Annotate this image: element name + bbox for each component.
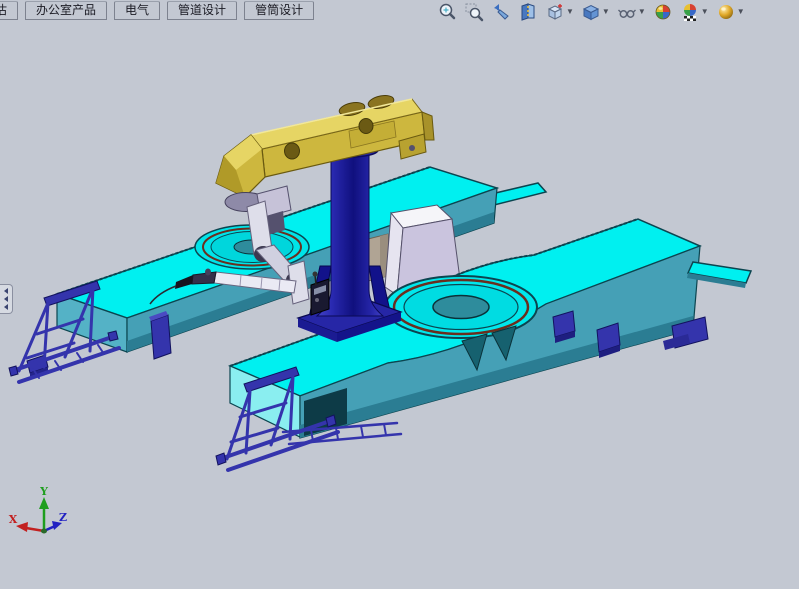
heads-up-view-toolbar: ▼ ▼ ▼: [436, 1, 746, 22]
section-view-icon: [518, 2, 538, 22]
section-view-button[interactable]: [517, 1, 539, 23]
previous-view-button[interactable]: [490, 1, 512, 23]
zoom-to-fit-icon: [437, 2, 457, 22]
axis-label-y: Y: [39, 485, 48, 498]
axis-label-z: Z: [59, 511, 67, 524]
view-orientation-button[interactable]: ▼: [544, 1, 575, 23]
3d-viewport[interactable]: Y X Z: [0, 0, 799, 589]
zoom-to-area-button[interactable]: [463, 1, 485, 23]
tab-tubing-design[interactable]: 管筒设计: [244, 1, 314, 20]
solidworks-window: Y X Z 估 办公室产品 电气 管道设计 管筒设计: [0, 0, 799, 589]
feature-panel-expander[interactable]: [0, 284, 13, 314]
apply-scene-caret[interactable]: ▼: [701, 8, 709, 16]
tab-evaluate-partial[interactable]: 估: [0, 1, 18, 20]
hide-show-items-icon: [617, 2, 637, 22]
collapse-arrow-icon: [4, 296, 8, 302]
view-settings-caret[interactable]: ▼: [737, 8, 745, 16]
view-orientation-caret[interactable]: ▼: [566, 8, 574, 16]
display-style-icon: [581, 2, 601, 22]
tab-office-products[interactable]: 办公室产品: [25, 1, 107, 20]
collapse-arrow-icon: [4, 304, 8, 310]
tab-piping-design[interactable]: 管道设计: [167, 1, 237, 20]
view-orientation-icon: [545, 2, 565, 22]
axis-label-x: X: [9, 513, 18, 526]
command-manager-tabs: 估 办公室产品 电气 管道设计 管筒设计: [0, 1, 314, 20]
display-style-caret[interactable]: ▼: [602, 8, 610, 16]
hide-show-items-button[interactable]: ▼: [616, 1, 647, 23]
previous-view-icon: [491, 2, 511, 22]
apply-scene-icon: [680, 2, 700, 22]
hide-show-items-caret[interactable]: ▼: [638, 8, 646, 16]
zoom-to-fit-button[interactable]: [436, 1, 458, 23]
edit-appearance-icon: [653, 2, 673, 22]
edit-appearance-button[interactable]: [652, 1, 674, 23]
display-style-button[interactable]: ▼: [580, 1, 611, 23]
view-settings-button[interactable]: ▼: [715, 1, 746, 23]
view-settings-icon: [716, 2, 736, 22]
collapse-arrow-icon: [4, 288, 8, 294]
zoom-to-area-icon: [464, 2, 484, 22]
tab-electrical[interactable]: 电气: [114, 1, 160, 20]
apply-scene-button[interactable]: ▼: [679, 1, 710, 23]
